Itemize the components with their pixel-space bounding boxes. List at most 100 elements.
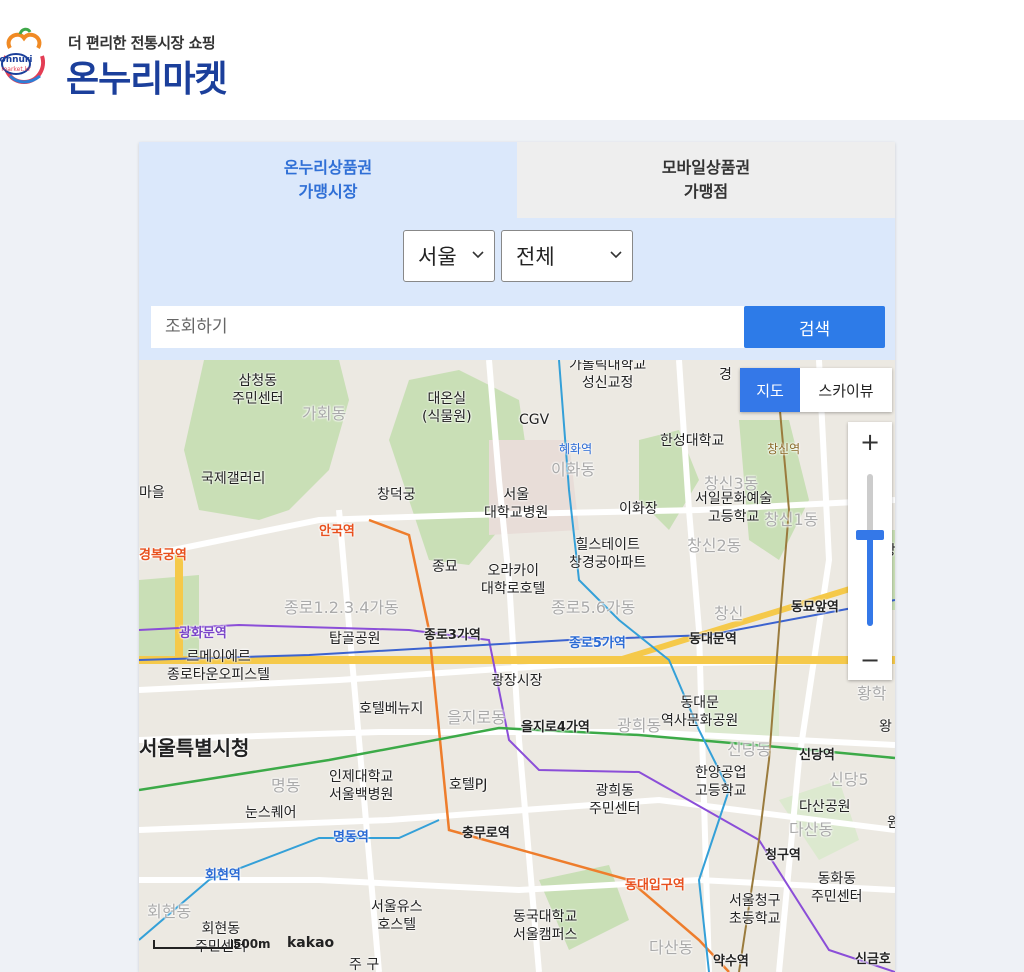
logo-mark-icon: onnuri market.kr <box>0 27 45 85</box>
map-label-hotel-benuji: 호텔베뉴지 <box>359 701 424 717</box>
map-label-dasan-park: 다산공원 <box>799 799 851 815</box>
map-label-dasan2: 다산동 <box>649 938 694 957</box>
map-label-hyehwa-road: 혜화역 <box>559 442 593 456</box>
zoom-control: + − <box>848 422 892 680</box>
station-myeongdong[interactable]: 명동역 <box>333 826 369 845</box>
map-label-city-hall: 서울특별시청 <box>139 736 250 760</box>
brand-name: 온누리마켓 <box>66 59 228 100</box>
station-anguk[interactable]: 안국역 <box>319 520 355 539</box>
station-euljiro4[interactable]: 을지로4가역 <box>521 716 590 735</box>
tab-bar: 온누리상품권 가맹시장 모바일상품권 가맹점 <box>139 142 895 218</box>
map-label-gallery: 국제갤러리 <box>201 471 266 487</box>
station-hoehyeon[interactable]: 회현역 <box>205 864 241 883</box>
map-label-donghwa: 동화동 주민센터 <box>811 871 863 905</box>
map-label-hanyang: 한양공업 고등학교 <box>695 765 747 799</box>
map-label-gwangjang: 광장시장 <box>491 673 543 689</box>
station-gyeongbok[interactable]: 경복궁역 <box>139 544 187 563</box>
map-label-samcheong: 삼청동 주민센터 <box>232 373 284 407</box>
district-select-value: 전체 <box>516 245 555 269</box>
map-label-gwanghui-dist: 광희동 <box>617 716 662 735</box>
region-select-value: 서울 <box>418 245 457 269</box>
site-logo[interactable]: onnuri market.kr 더 편리한 전통시장 쇼핑 온누리마켓 <box>0 18 260 100</box>
map-type-roadmap-button[interactable]: 지도 <box>740 368 800 412</box>
map-label-ihwa-dong: 이화동 <box>551 460 596 479</box>
map-label-jongno1234: 종로1.2.3.4가동 <box>284 598 399 617</box>
tab-label-line1: 모바일상품권 <box>661 158 751 177</box>
station-cheonggu[interactable]: 청구역 <box>765 844 801 863</box>
map-label-tapgol: 탑골공원 <box>329 631 381 647</box>
map-label-hwang: 황학 <box>857 684 887 703</box>
zoom-slider-handle[interactable] <box>856 530 884 540</box>
map-label-euljiro: 을지로동 <box>447 708 506 727</box>
tab-label-line1: 온누리상품권 <box>283 158 373 177</box>
map-label-jongmyo: 종묘 <box>432 559 458 575</box>
logo-text-line2: market.kr <box>1 66 31 73</box>
map-label-changdeok: 창덕궁 <box>377 487 416 503</box>
map-label-gwanghui: 광희동 주민센터 <box>589 783 641 817</box>
map-label-hotel-pj: 호텔PJ <box>449 777 488 793</box>
tab-label-line2: 가맹점 <box>683 182 729 201</box>
map-label-catholic: 가톨릭대학교 성신교정 <box>569 360 647 391</box>
map-label-hansung: 한성대학교 <box>660 433 725 449</box>
map-label-hillstate: 힐스테이트 창경궁아파트 <box>569 537 647 571</box>
station-jongno5[interactable]: 종로5가역 <box>569 632 626 651</box>
map-label-remeier: 르메이에르 종로타운오피스텔 <box>167 649 271 683</box>
zoom-out-button[interactable]: − <box>848 640 892 680</box>
station-gwanghwamun[interactable]: 광화문역 <box>179 622 227 641</box>
map-label-changsin: 창신 <box>714 604 744 623</box>
map-label-maeul: 마을 <box>139 485 165 501</box>
map-label-hoehyeon: 회현동 <box>147 902 192 921</box>
map-label-ddp: 동대문 역사문화공원 <box>661 695 739 729</box>
map-label-snuh: 서울 대학교병원 <box>484 487 549 521</box>
logo-text-line1: onnuri <box>0 55 32 65</box>
map-label-dasan-dist: 다산동 <box>789 820 834 839</box>
search-input[interactable] <box>151 306 745 348</box>
station-jongno3[interactable]: 종로3가역 <box>424 624 481 643</box>
map-label-sindang-dist: 신당동 <box>727 740 772 759</box>
map-provider-logo: kakao <box>287 935 335 951</box>
search-button[interactable]: 검색 <box>744 306 885 348</box>
map-label-won: 원 <box>887 815 895 831</box>
region-select[interactable]: 서울 <box>403 230 495 282</box>
district-select[interactable]: 전체 <box>501 230 633 282</box>
store-finder-panel: 온누리상품권 가맹시장 모바일상품권 가맹점 서울 전체 검색 <box>139 142 895 972</box>
tab-mobile-stores[interactable]: 모바일상품권 가맹점 <box>517 142 895 218</box>
map-label-jongno56: 종로5.6가동 <box>551 598 636 617</box>
station-dongdaeipgu[interactable]: 동대입구역 <box>625 874 685 893</box>
map-type-toggle: 지도 스카이뷰 <box>740 368 892 412</box>
map-label-seoil: 서일문화예술 고등학교 <box>695 491 773 525</box>
chevron-down-icon <box>610 251 622 259</box>
map-label-changsin1: 창신1동 <box>764 510 819 529</box>
map-label-changsin-road: 창신역 <box>767 442 801 456</box>
map-label-gyeong: 경 <box>719 367 732 383</box>
station-sindang[interactable]: 신당역 <box>799 744 835 763</box>
zoom-in-button[interactable]: + <box>848 422 892 462</box>
tab-label-line2: 가맹시장 <box>298 182 358 201</box>
map-label-bottom: 주 구 <box>349 957 380 972</box>
map-label-wang: 왕 <box>879 719 892 735</box>
station-dongdaemun[interactable]: 동대문역 <box>689 628 737 647</box>
map-label-sindang5: 신당5 <box>829 770 869 789</box>
zoom-slider-fill <box>867 535 873 626</box>
station-singeum[interactable]: 신금호 <box>855 948 891 967</box>
map-label-ihwajang: 이화장 <box>619 501 658 517</box>
map-label-youth: 서울유스 호스텔 <box>371 899 423 933</box>
station-chungmuro[interactable]: 충무로역 <box>462 822 510 841</box>
map-label-changsin3: 창신3동 <box>704 474 759 493</box>
map-label-gahoe: 가회동 <box>302 404 347 423</box>
map-type-skyview-button[interactable]: 스카이뷰 <box>800 368 892 412</box>
scale-bar-icon <box>153 940 233 949</box>
map-view[interactable]: 삼청동 주민센터 가회동 대온실 (식물원) CGV 가톨릭대학교 성신교정 경 한성… <box>139 360 895 972</box>
scale-label: 500m <box>233 937 271 951</box>
map-label-cheonggu-school: 서울청구 초등학교 <box>729 893 781 927</box>
station-dongmyo[interactable]: 동묘앞역 <box>791 596 839 615</box>
map-label-dongguk: 동국대학교 서울캠퍼스 <box>513 909 578 943</box>
station-yaksu[interactable]: 약수역 <box>713 950 749 969</box>
map-label-eunsquare: 눈스퀘어 <box>245 805 297 821</box>
map-label-inje: 인제대학교 서울백병원 <box>329 769 394 803</box>
tab-onnuri-markets[interactable]: 온누리상품권 가맹시장 <box>139 142 517 218</box>
site-header: onnuri market.kr 더 편리한 전통시장 쇼핑 온누리마켓 <box>0 0 1024 120</box>
map-label-changsin2: 창신2동 <box>687 536 742 555</box>
map-label-myeong: 명동 <box>271 776 301 795</box>
chevron-down-icon <box>472 251 484 259</box>
